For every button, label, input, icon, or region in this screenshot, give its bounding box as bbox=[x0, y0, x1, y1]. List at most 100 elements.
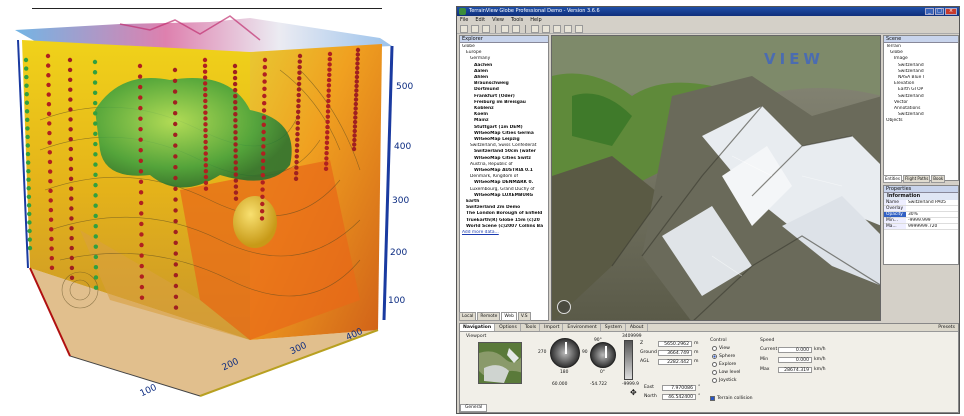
close-button[interactable]: × bbox=[945, 8, 957, 15]
explorer-tree-item[interactable]: Switzerland 50cm (water bbox=[462, 149, 546, 155]
open-icon[interactable] bbox=[471, 25, 479, 33]
terrain-collision-toggle[interactable]: Terrain collision bbox=[710, 396, 753, 401]
toolbar bbox=[457, 24, 959, 34]
compass-icon[interactable] bbox=[557, 300, 571, 314]
map-viewport[interactable]: VIEW bbox=[551, 35, 881, 321]
select-icon[interactable] bbox=[542, 25, 550, 33]
radio-button[interactable] bbox=[712, 378, 717, 383]
heading-dial[interactable] bbox=[550, 338, 580, 368]
well-sample-point bbox=[45, 63, 51, 68]
nav-mode-option[interactable]: Explore bbox=[712, 362, 736, 367]
tab-system[interactable]: System bbox=[602, 324, 626, 331]
tab-vs[interactable]: V.S bbox=[517, 312, 531, 321]
menu-tools[interactable]: Tools bbox=[511, 16, 523, 24]
tab-options[interactable]: Options bbox=[496, 324, 521, 331]
cut-icon[interactable] bbox=[501, 25, 509, 33]
well-sample-point bbox=[325, 124, 330, 130]
radio-button[interactable] bbox=[712, 354, 717, 359]
altitude-row: Z 5650.2962 m bbox=[640, 340, 698, 347]
speed-field[interactable]: 0.000 bbox=[778, 346, 812, 353]
well-sample-point bbox=[261, 115, 267, 120]
well-sample-point bbox=[138, 105, 143, 111]
property-row[interactable]: Ma... 9999999.720 bbox=[884, 224, 958, 230]
property-value[interactable]: 30% bbox=[906, 212, 958, 217]
well-sample-point bbox=[139, 295, 145, 300]
tab-flight-paths[interactable]: Flight Paths bbox=[902, 175, 931, 183]
scene-tree-item[interactable]: Objects bbox=[886, 118, 956, 124]
menu-help[interactable]: Help bbox=[530, 16, 541, 24]
well-sample-point bbox=[93, 111, 98, 116]
tab-web[interactable]: Web bbox=[501, 312, 517, 321]
nav-mode-option[interactable]: View bbox=[712, 346, 730, 351]
tab-local[interactable]: Local bbox=[459, 312, 477, 321]
property-key: Ma... bbox=[884, 224, 906, 229]
coord-field[interactable]: 7.970086 bbox=[662, 384, 696, 391]
nav-mode-option[interactable]: Low level bbox=[712, 370, 740, 375]
tab-remote[interactable]: Remote bbox=[477, 312, 501, 321]
nav-mode-option[interactable]: Sphere bbox=[712, 354, 735, 359]
radio-button[interactable] bbox=[712, 346, 717, 351]
well-sample-point bbox=[294, 148, 300, 154]
tab-environment[interactable]: Environment bbox=[564, 324, 601, 331]
explorer-tree-item[interactable]: Luxembourg, Grand Duchy of bbox=[462, 187, 546, 193]
new-icon[interactable] bbox=[460, 25, 468, 33]
move-icon[interactable]: ✥ bbox=[630, 388, 637, 397]
speed-unit: km/h bbox=[814, 357, 826, 362]
tab-navigation[interactable]: Navigation bbox=[460, 324, 496, 331]
well-sample-point bbox=[260, 158, 266, 163]
maximize-button[interactable]: □ bbox=[935, 8, 944, 15]
presets-label[interactable]: Presets bbox=[938, 324, 958, 331]
delete-icon[interactable] bbox=[512, 25, 520, 33]
speed-field[interactable]: 0.000 bbox=[778, 356, 812, 363]
well-sample-point bbox=[49, 227, 54, 232]
coord-field[interactable]: 46.542400 bbox=[662, 393, 696, 400]
tab-book[interactable]: Book bbox=[931, 175, 946, 183]
explorer-tree-item[interactable]: The London Borough of Enfield bbox=[462, 211, 546, 217]
tab-general[interactable]: General bbox=[460, 404, 488, 412]
well-sample-point bbox=[296, 104, 301, 109]
explorer-tree-item[interactable]: TrueEarth(R) Globe 15m (c)20 bbox=[462, 218, 546, 224]
tab-entities[interactable]: Entities bbox=[883, 175, 902, 183]
altitude-slider[interactable] bbox=[624, 340, 633, 380]
well-sample-point bbox=[68, 117, 73, 122]
menu-file[interactable]: File bbox=[460, 16, 468, 24]
terrain-collision-checkbox[interactable] bbox=[710, 396, 715, 401]
well-sample-point bbox=[203, 186, 209, 191]
speed-field[interactable]: 28674.319 bbox=[778, 366, 812, 373]
globe-icon[interactable] bbox=[531, 25, 539, 33]
property-value[interactable]: 9999999.720 bbox=[906, 224, 958, 229]
tab-about[interactable]: About bbox=[627, 324, 648, 331]
well-sample-point bbox=[139, 263, 144, 269]
well-sample-point bbox=[49, 246, 54, 251]
measure-icon[interactable] bbox=[553, 25, 561, 33]
property-value[interactable]: -9999.999 bbox=[906, 218, 958, 223]
menu-edit[interactable]: Edit bbox=[475, 16, 485, 24]
tab-import[interactable]: Import bbox=[541, 324, 564, 331]
coord-field[interactable]: 3664.749 bbox=[658, 349, 692, 356]
radio-button[interactable] bbox=[712, 370, 717, 375]
save-icon[interactable] bbox=[482, 25, 490, 33]
tab-tools[interactable]: Tools bbox=[522, 324, 541, 331]
layers-icon[interactable] bbox=[564, 25, 572, 33]
menu-view[interactable]: View bbox=[492, 16, 504, 24]
coord-field[interactable]: 5650.2962 bbox=[658, 340, 692, 347]
well-sample-point bbox=[24, 83, 29, 88]
well-sample-point bbox=[138, 137, 143, 142]
nav-mode-label: Low level bbox=[719, 370, 741, 375]
tools-icon[interactable] bbox=[575, 25, 583, 33]
property-value[interactable] bbox=[906, 206, 958, 211]
well-sample-point bbox=[93, 131, 98, 137]
well-sample-point bbox=[68, 107, 73, 112]
well-sample-point bbox=[261, 129, 266, 135]
well-sample-point bbox=[69, 255, 75, 261]
coord-field[interactable]: 2282.442 bbox=[658, 358, 692, 365]
explorer-tree-item[interactable]: Add more data... bbox=[462, 230, 546, 236]
overview-thumbnail[interactable] bbox=[478, 342, 522, 384]
well-sample-point bbox=[352, 128, 357, 134]
pitch-dial[interactable] bbox=[590, 342, 616, 368]
well-sample-point bbox=[69, 236, 74, 241]
minimize-button[interactable]: _ bbox=[925, 8, 934, 15]
property-value[interactable]: Switzerland PA05 bbox=[906, 200, 958, 205]
nav-mode-option[interactable]: Joystick bbox=[712, 378, 737, 383]
radio-button[interactable] bbox=[712, 362, 717, 367]
